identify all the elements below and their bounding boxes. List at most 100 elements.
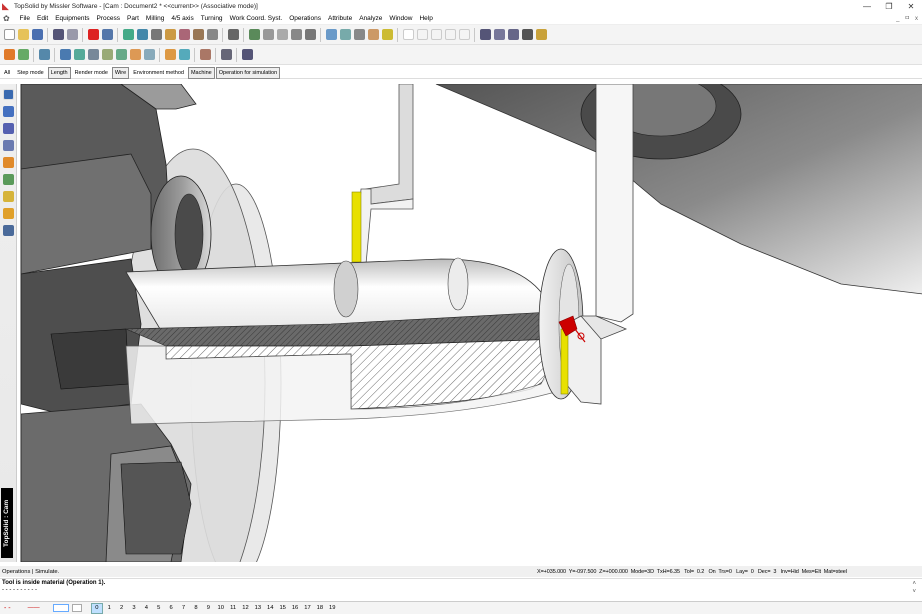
menu-attribute[interactable]: Attribute <box>324 13 355 25</box>
layers-icon[interactable] <box>535 29 547 40</box>
menu-help[interactable]: Help <box>416 13 436 25</box>
undo-icon[interactable] <box>101 29 113 40</box>
operation-4-icon[interactable] <box>101 49 113 60</box>
sketch-icon[interactable] <box>3 89 14 100</box>
menu-part[interactable]: Part <box>124 13 143 25</box>
layer-13[interactable]: 13 <box>252 604 264 613</box>
operation-6-icon[interactable] <box>129 49 141 60</box>
hidden-lines-icon[interactable] <box>150 29 162 40</box>
delete-icon[interactable] <box>87 29 99 40</box>
layer-10[interactable]: 10 <box>215 604 227 613</box>
color-swatch[interactable] <box>52 604 69 612</box>
zoom-window-icon[interactable] <box>339 29 351 40</box>
layer-9[interactable]: 9 <box>202 604 214 613</box>
mode-all[interactable]: All <box>1 67 13 79</box>
mode-step[interactable]: Step mode <box>14 67 47 79</box>
render-icon[interactable] <box>122 29 134 40</box>
layer-7[interactable]: 7 <box>177 604 189 613</box>
pointer-icon[interactable] <box>248 29 260 40</box>
milling-mode-icon[interactable] <box>3 174 14 185</box>
page-icon[interactable] <box>493 29 505 40</box>
layer-6[interactable]: 6 <box>165 604 177 613</box>
assembly-icon[interactable] <box>3 140 14 151</box>
layer-19[interactable]: 19 <box>326 604 338 613</box>
nc-code-icon[interactable] <box>220 49 232 60</box>
mdi-minimize-button[interactable]: _ <box>896 13 899 25</box>
verify-icon[interactable] <box>178 49 190 60</box>
tools-icon[interactable] <box>192 29 204 40</box>
document-icon[interactable] <box>479 29 491 40</box>
mode-operation-for-simulation[interactable]: Operation for simulation <box>215 66 281 79</box>
filter-icon[interactable] <box>304 29 316 40</box>
zoom-icon[interactable] <box>325 29 337 40</box>
layer-8[interactable]: 8 <box>190 604 202 613</box>
lines-icon[interactable] <box>276 29 288 40</box>
layer-3[interactable]: 3 <box>128 604 140 613</box>
line-type-solid[interactable]: —— <box>28 605 40 611</box>
mode-render[interactable]: Render mode <box>72 67 111 79</box>
stock-icon[interactable] <box>38 49 50 60</box>
hook-icon[interactable] <box>290 29 302 40</box>
section-icon[interactable] <box>164 29 176 40</box>
setup-sheet-icon[interactable] <box>241 49 253 60</box>
3d-viewport[interactable] <box>20 84 922 562</box>
dot-style-icon[interactable] <box>430 29 442 40</box>
mdi-restore-button[interactable]: ㅁ <box>904 13 910 25</box>
menu-45-axis[interactable]: 4/5 axis <box>168 13 197 25</box>
operation-2-icon[interactable] <box>73 49 85 60</box>
open-icon[interactable] <box>17 29 29 40</box>
layer-17[interactable]: 17 <box>301 604 313 613</box>
restore-button[interactable]: ❐ <box>878 0 900 13</box>
point-style-icon[interactable] <box>416 29 428 40</box>
tool-library-icon[interactable] <box>199 49 211 60</box>
mdi-close-button[interactable]: x <box>915 13 918 25</box>
layer-0[interactable]: 0 <box>90 602 103 614</box>
menu-equipments[interactable]: Equipments <box>52 13 93 25</box>
mode-machine[interactable]: Machine <box>187 66 215 79</box>
pick-icon[interactable] <box>227 29 239 40</box>
machine-icon[interactable] <box>3 208 14 219</box>
list-icon[interactable] <box>507 29 519 40</box>
menu-turning[interactable]: Turning <box>197 13 226 25</box>
close-button[interactable]: ✕ <box>900 0 922 13</box>
shading-icon[interactable] <box>136 29 148 40</box>
layer-14[interactable]: 14 <box>264 604 276 613</box>
report-icon[interactable] <box>521 29 533 40</box>
layer-1[interactable]: 1 <box>103 604 115 613</box>
minimize-button[interactable]: — <box>856 0 878 13</box>
milling-icon[interactable] <box>17 49 29 60</box>
menu-window[interactable]: Window <box>386 13 416 25</box>
menu-edit[interactable]: Edit <box>33 13 51 25</box>
line-type-dashed[interactable]: - - <box>4 605 11 612</box>
blank-color-icon[interactable] <box>402 29 414 40</box>
print-icon[interactable] <box>52 29 64 40</box>
operation-1-icon[interactable] <box>59 49 71 60</box>
menu-file[interactable]: File <box>16 13 33 25</box>
mode-length[interactable]: Length <box>47 66 71 79</box>
turning-mode-icon[interactable] <box>3 157 14 168</box>
menu-analyze[interactable]: Analyze <box>356 13 386 25</box>
new-icon[interactable] <box>3 29 15 40</box>
message-scroll[interactable]: ˄ ˅ <box>912 580 916 596</box>
layer-swatch[interactable] <box>71 604 82 612</box>
modify-icon[interactable] <box>3 123 14 134</box>
print-preview-icon[interactable] <box>66 29 78 40</box>
menu-work-coord-syst[interactable]: Work Coord. Syst. <box>226 13 286 25</box>
document-menu-icon[interactable]: ✿ <box>3 14 12 23</box>
layer-15[interactable]: 15 <box>276 604 288 613</box>
operation-3-icon[interactable] <box>87 49 99 60</box>
trim-icon[interactable] <box>262 29 274 40</box>
color-icon[interactable] <box>381 29 393 40</box>
layer-16[interactable]: 16 <box>289 604 301 613</box>
layer-4[interactable]: 4 <box>140 604 152 613</box>
menu-operations[interactable]: Operations <box>286 13 325 25</box>
operation-7-icon[interactable] <box>143 49 155 60</box>
view-icon[interactable] <box>353 29 365 40</box>
material-icon[interactable] <box>178 29 190 40</box>
users-icon[interactable] <box>3 225 14 236</box>
refresh-icon[interactable] <box>206 29 218 40</box>
line-style-icon[interactable] <box>444 29 456 40</box>
layer-11[interactable]: 11 <box>227 604 239 613</box>
menu-process[interactable]: Process <box>93 13 123 25</box>
menu-milling[interactable]: Milling <box>142 13 167 25</box>
